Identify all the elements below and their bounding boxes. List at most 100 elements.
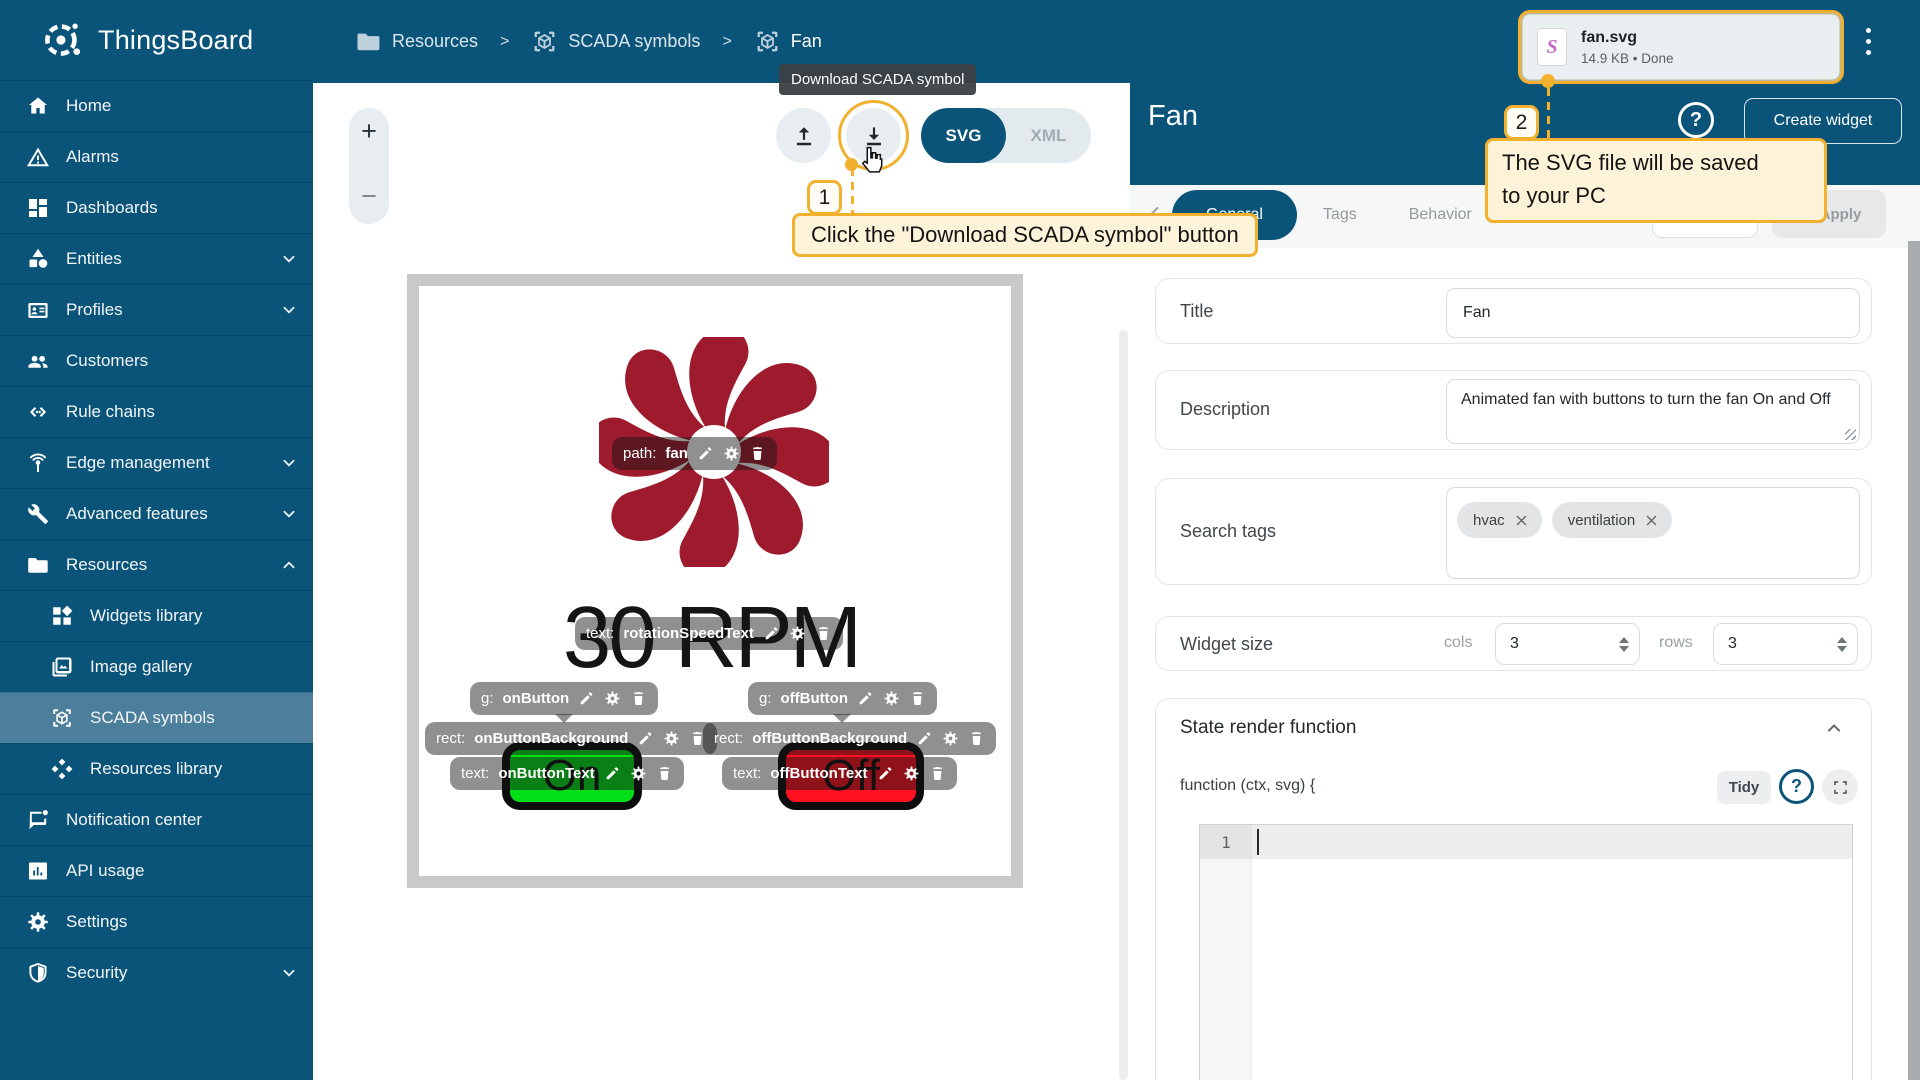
page-scrollbar-thumb[interactable]	[1908, 241, 1920, 1080]
sidebar-item-icon	[26, 298, 50, 322]
sidebar-item-image-gallery[interactable]: Image gallery	[0, 641, 313, 692]
edit-icon[interactable]	[877, 765, 894, 782]
sidebar-item-icon	[50, 655, 74, 679]
tutorial-connector-line	[851, 168, 854, 214]
sidebar-item-entities[interactable]: Entities	[0, 233, 313, 284]
panel-tab[interactable]: Behavior	[1383, 190, 1498, 240]
cols-label: cols	[1444, 634, 1472, 652]
sidebar-item-icon	[26, 910, 50, 934]
edit-icon[interactable]	[637, 730, 654, 747]
gear-icon[interactable]	[789, 625, 806, 642]
gear-icon[interactable]	[663, 730, 680, 747]
trash-icon[interactable]	[749, 445, 766, 462]
sidebar-item-advanced-features[interactable]: Advanced features	[0, 488, 313, 539]
edit-icon[interactable]	[604, 765, 621, 782]
trash-icon[interactable]	[630, 690, 647, 707]
chevron-icon	[279, 147, 299, 167]
state-render-title: State render function	[1180, 717, 1356, 739]
panel-tab[interactable]: Tags	[1297, 190, 1383, 240]
sidebar-item-security[interactable]: Security	[0, 947, 313, 998]
chevron-icon	[279, 300, 299, 320]
sidebar-item-notification-center[interactable]: Notification center	[0, 794, 313, 845]
hand-cursor-icon	[858, 146, 884, 176]
title-input[interactable]: Fan	[1446, 288, 1860, 338]
chevron-icon	[279, 402, 299, 422]
sidebar-item-resources-library[interactable]: Resources library	[0, 743, 313, 794]
tidy-button[interactable]: Tidy	[1717, 771, 1771, 804]
state-render-card: State render function function (ctx, svg…	[1155, 698, 1872, 1080]
trash-icon[interactable]	[909, 690, 926, 707]
download-notification[interactable]: S fan.svg 14.9 KB • Done	[1518, 10, 1844, 84]
canvas-scrollbar-thumb[interactable]	[1119, 330, 1128, 1080]
sidebar-item-widgets-library[interactable]: Widgets library	[0, 590, 313, 641]
editor-gutter	[1200, 859, 1252, 1080]
sidebar-item-alarms[interactable]: Alarms	[0, 131, 313, 182]
chevron-icon	[279, 351, 299, 371]
sidebar-item-label: Customers	[66, 351, 148, 371]
sidebar-item-settings[interactable]: Settings	[0, 896, 313, 947]
sidebar-item-icon	[26, 859, 50, 883]
app-logo[interactable]: ThingsBoard	[0, 0, 313, 80]
trash-icon[interactable]	[968, 730, 985, 747]
gear-icon[interactable]	[604, 690, 621, 707]
gear-icon[interactable]	[903, 765, 920, 782]
search-tags-input[interactable]: hvac ventilation	[1446, 487, 1860, 579]
trash-icon[interactable]	[929, 765, 946, 782]
tag-chip: ventilation	[1552, 502, 1673, 538]
trash-icon[interactable]	[815, 625, 832, 642]
element-tag: text: rotationSpeedText	[575, 617, 843, 650]
trash-icon[interactable]	[656, 765, 673, 782]
element-tag: g: onButton	[470, 682, 658, 715]
title-label: Title	[1180, 301, 1213, 322]
sidebar-item-scada-symbols[interactable]: SCADA symbols	[0, 692, 313, 743]
upload-scada-symbol-button[interactable]	[776, 108, 831, 163]
sidebar-item-dashboards[interactable]: Dashboards	[0, 182, 313, 233]
edit-icon[interactable]	[916, 730, 933, 747]
collapse-icon[interactable]	[1823, 717, 1845, 739]
chip-remove-icon[interactable]	[1644, 513, 1659, 528]
chip-remove-icon[interactable]	[1514, 513, 1529, 528]
edit-icon[interactable]	[578, 690, 595, 707]
edit-icon[interactable]	[763, 625, 780, 642]
cols-input[interactable]: 3	[1495, 623, 1640, 665]
breadcrumb-scada-symbols[interactable]: SCADA symbols	[531, 28, 700, 55]
sidebar-item-rule-chains[interactable]: Rule chains	[0, 386, 313, 437]
gear-icon[interactable]	[630, 765, 647, 782]
element-tag-name: onButtonText	[498, 765, 594, 782]
gear-icon[interactable]	[942, 730, 959, 747]
element-tag: g: offButton	[748, 682, 937, 715]
sidebar-item-customers[interactable]: Customers	[0, 335, 313, 386]
fullscreen-button[interactable]	[1822, 769, 1858, 805]
sidebar-item-icon	[26, 94, 50, 118]
sidebar-item-home[interactable]: Home	[0, 80, 313, 131]
function-help-button[interactable]: ?	[1779, 769, 1814, 804]
chevron-icon	[279, 606, 299, 626]
sidebar-item-resources[interactable]: Resources	[0, 539, 313, 590]
edit-icon[interactable]	[857, 690, 874, 707]
sidebar-item-profiles[interactable]: Profiles	[0, 284, 313, 335]
chevron-icon	[279, 555, 299, 575]
cols-stepper[interactable]	[1619, 624, 1629, 664]
tutorial-connector-line	[1547, 88, 1550, 140]
format-xml-toggle[interactable]: XML	[1006, 108, 1091, 163]
gear-icon[interactable]	[883, 690, 900, 707]
sidebar-item-api-usage[interactable]: API usage	[0, 845, 313, 896]
chevron-icon	[279, 810, 299, 830]
edit-icon[interactable]	[697, 445, 714, 462]
help-button[interactable]: ?	[1678, 102, 1714, 138]
sidebar-item-icon	[50, 757, 74, 781]
tag-chip: hvac	[1457, 502, 1542, 538]
rows-input[interactable]: 3	[1713, 623, 1858, 665]
zoom-in-button[interactable]: +	[361, 118, 377, 145]
description-input[interactable]: Animated fan with buttons to turn the fa…	[1446, 379, 1860, 444]
sidebar-item-edge-management[interactable]: Edge management	[0, 437, 313, 488]
format-svg-toggle[interactable]: SVG	[921, 108, 1006, 163]
code-editor[interactable]: 1	[1199, 824, 1853, 1080]
chevron-icon	[279, 963, 299, 983]
zoom-out-button[interactable]: −	[361, 183, 377, 210]
breadcrumb-resources[interactable]: Resources	[355, 28, 478, 55]
rows-stepper[interactable]	[1837, 624, 1847, 664]
gear-icon[interactable]	[723, 445, 740, 462]
topbar: Resources > SCADA symbols > Fan	[313, 0, 1130, 83]
browser-menu-icon[interactable]	[1864, 28, 1872, 55]
